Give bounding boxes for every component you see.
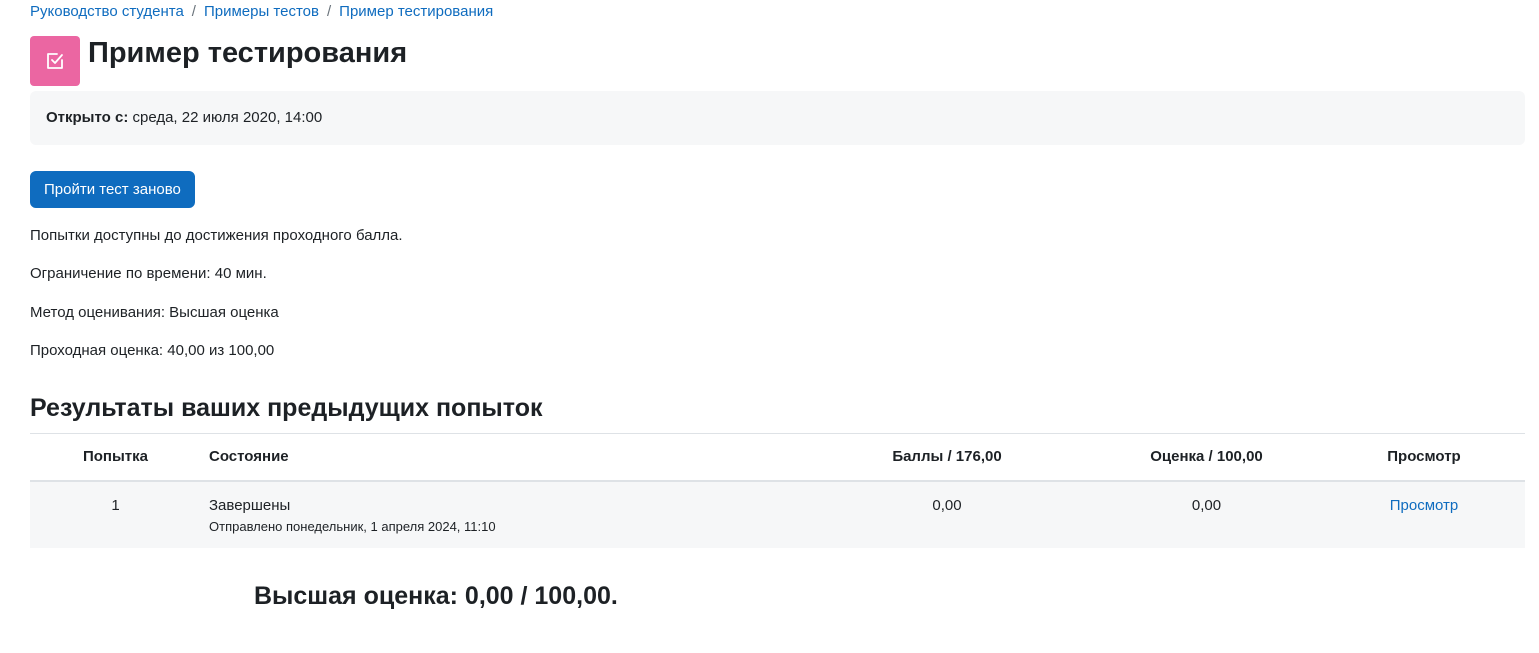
column-header-state: Состояние xyxy=(201,433,804,482)
attempt-review-cell: Просмотр xyxy=(1323,480,1525,548)
highest-grade-summary: Высшая оценка: 0,00 / 100,00. xyxy=(254,582,618,610)
open-date-label: Открыто с: xyxy=(46,109,129,126)
column-header-review: Просмотр xyxy=(1323,433,1525,482)
breadcrumb-separator: / xyxy=(191,3,196,20)
attempts-info: Попытки доступны до достижения проходног… xyxy=(30,227,403,244)
retake-quiz-button[interactable]: Пройти тест заново xyxy=(30,171,195,208)
column-header-marks: Баллы / 176,00 xyxy=(804,433,1090,482)
attempt-grade: 0,00 xyxy=(1090,480,1323,548)
time-limit-info: Ограничение по времени: 40 мин. xyxy=(30,265,267,282)
page-header: Пример тестирования xyxy=(30,36,407,86)
grading-method-info: Метод оценивания: Высшая оценка xyxy=(30,304,279,321)
pass-grade-info: Проходная оценка: 40,00 из 100,00 xyxy=(30,342,275,359)
column-header-attempt: Попытка xyxy=(30,433,201,482)
review-attempt-link[interactable]: Просмотр xyxy=(1390,497,1459,514)
attempt-number: 1 xyxy=(30,480,201,548)
quiz-checkbox-icon xyxy=(30,36,80,86)
attempts-table: Попытка Состояние Баллы / 176,00 Оценка … xyxy=(30,433,1525,548)
table-header-row: Попытка Состояние Баллы / 176,00 Оценка … xyxy=(30,433,1525,482)
table-row: 1 Завершены Отправлено понедельник, 1 ап… xyxy=(30,480,1525,548)
attempt-submitted-time: Отправлено понедельник, 1 апреля 2024, 1… xyxy=(209,518,496,534)
breadcrumb-item-student-guide[interactable]: Руководство студента xyxy=(30,3,184,20)
attempt-marks: 0,00 xyxy=(804,480,1090,548)
breadcrumb: Руководство студента / Примеры тестов / … xyxy=(30,3,493,20)
breadcrumb-separator: / xyxy=(326,3,332,20)
results-section-title: Результаты ваших предыдущих попыток xyxy=(30,394,543,422)
page-title: Пример тестирования xyxy=(88,36,408,69)
open-date-info: Открыто с: среда, 22 июля 2020, 14:00 xyxy=(30,91,1525,145)
attempt-state-cell: Завершены Отправлено понедельник, 1 апре… xyxy=(201,480,804,548)
open-date-value: среда, 22 июля 2020, 14:00 xyxy=(132,109,323,126)
attempt-state: Завершены xyxy=(209,496,291,514)
breadcrumb-item-test-examples[interactable]: Примеры тестов xyxy=(204,3,319,20)
column-header-grade: Оценка / 100,00 xyxy=(1090,433,1323,482)
breadcrumb-item-current[interactable]: Пример тестирования xyxy=(339,3,493,20)
